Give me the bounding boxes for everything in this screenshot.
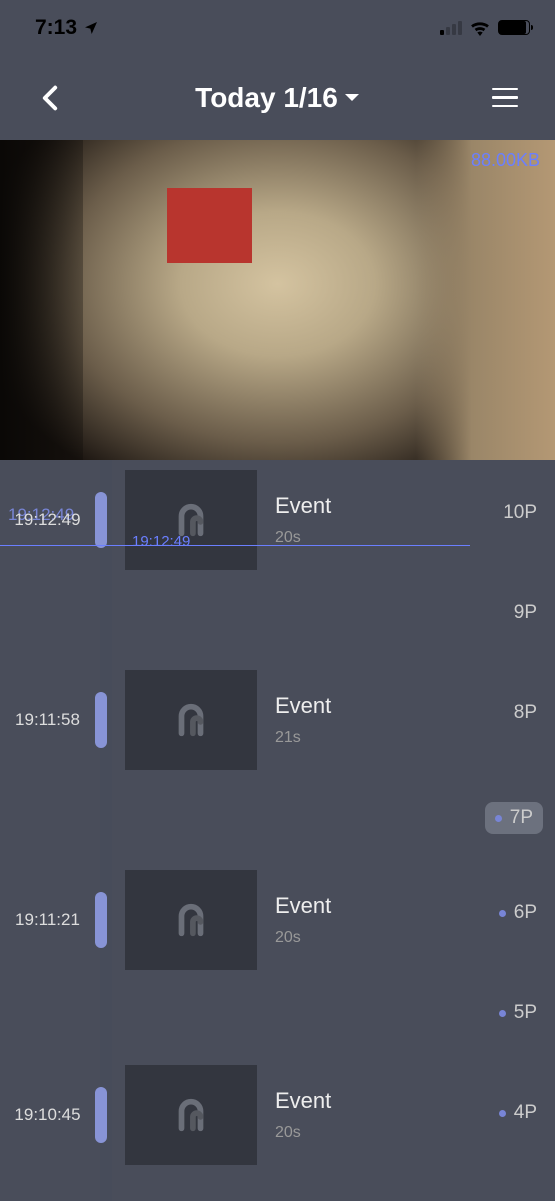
status-bar: 7:13 (0, 0, 555, 55)
camera-preview[interactable]: 88.00KB (0, 140, 555, 460)
event-title: Event (275, 493, 331, 519)
battery-icon (498, 20, 530, 35)
event-row[interactable]: 19:11:21 Event 20s (0, 870, 470, 970)
playhead-line[interactable] (0, 545, 470, 546)
event-marker[interactable] (95, 692, 107, 748)
event-thumbnail[interactable] (125, 670, 257, 770)
event-info: Event 20s (275, 1088, 331, 1142)
chevron-left-icon (42, 85, 58, 111)
wifi-icon (469, 20, 491, 36)
event-row[interactable]: 19:12:49 Event20s (0, 470, 470, 570)
event-row[interactable]: 19:10:45 Event 20s (0, 1065, 470, 1165)
hour-text: 5P (514, 1002, 537, 1024)
event-timeline[interactable]: 19:12:49 19:12:49 10P 9P 8P 7P 6P 5P 4P 19:12:… (0, 460, 555, 1201)
date-picker[interactable]: Today 1/16 (195, 82, 360, 114)
hour-text: 10P (503, 502, 537, 524)
event-title: Event (275, 693, 331, 719)
event-thumbnail[interactable] (125, 470, 257, 570)
event-time: 19:11:21 (0, 910, 95, 930)
hour-dot-icon (495, 815, 502, 822)
event-thumbnail[interactable] (125, 870, 257, 970)
event-duration: 21s (275, 729, 331, 747)
event-title: Event (275, 1088, 331, 1114)
event-info: Event20s (275, 493, 331, 547)
event-thumbnail[interactable] (125, 1065, 257, 1165)
hour-text: 8P (514, 702, 537, 724)
event-info: Event 20s (275, 893, 331, 947)
hour-text: 9P (514, 602, 537, 624)
event-duration: 20s (275, 929, 331, 947)
hour-label[interactable]: 6P (499, 902, 537, 924)
bitrate-overlay: 88.00KB (471, 150, 540, 171)
hour-label[interactable]: 4P (499, 1102, 537, 1124)
hour-text: 7P (510, 807, 533, 829)
location-arrow-icon (83, 20, 99, 36)
hour-text: 6P (514, 902, 537, 924)
status-time-group: 7:13 (35, 16, 99, 40)
hour-text: 4P (514, 1102, 537, 1124)
event-info: Event 21s (275, 693, 331, 747)
hour-label[interactable]: 9P (514, 602, 537, 624)
event-time: 19:10:45 (0, 1105, 95, 1125)
hour-dot-icon (499, 910, 506, 917)
event-time: 19:12:49 (0, 510, 95, 530)
event-time: 19:11:58 (0, 710, 95, 730)
event-row[interactable]: 19:11:58 Event 21s (0, 670, 470, 770)
back-button[interactable] (30, 78, 70, 118)
camera-image (0, 140, 555, 460)
hour-label[interactable]: 8P (514, 702, 537, 724)
hour-scale[interactable]: 10P 9P 8P 7P 6P 5P 4P (480, 460, 555, 1201)
hour-label[interactable]: 5P (499, 1002, 537, 1024)
cell-signal-icon (440, 21, 462, 35)
menu-button[interactable] (485, 78, 525, 118)
event-marker[interactable] (95, 492, 107, 548)
status-time: 7:13 (35, 16, 77, 40)
playhead-thumb-time: 19:12:49 (132, 533, 190, 550)
hour-dot-icon (499, 1110, 506, 1117)
hour-label[interactable]: 10P (503, 502, 537, 524)
event-duration: 20s (275, 1124, 331, 1142)
event-marker[interactable] (95, 892, 107, 948)
status-indicators (440, 20, 530, 36)
chevron-down-icon (344, 93, 360, 103)
event-marker[interactable] (95, 1087, 107, 1143)
nav-header: Today 1/16 (0, 55, 555, 140)
hour-label[interactable]: 7P (485, 802, 543, 834)
nav-title-text: Today 1/16 (195, 82, 338, 114)
event-title: Event (275, 893, 331, 919)
hour-dot-icon (499, 1010, 506, 1017)
